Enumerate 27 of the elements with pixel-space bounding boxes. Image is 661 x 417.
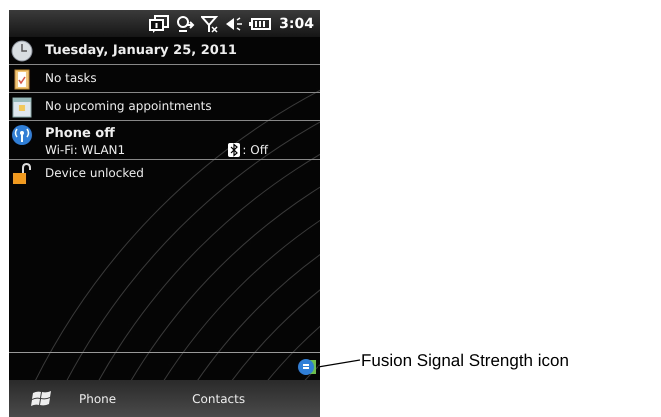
clock-time[interactable]: 3:04 xyxy=(279,16,314,32)
today-item[interactable]: No tasks xyxy=(9,65,320,93)
windows-logo-icon[interactable] xyxy=(31,388,53,408)
sync-person-icon[interactable] xyxy=(175,14,196,32)
bluetooth-icon xyxy=(228,143,240,157)
open-padlock-icon xyxy=(11,163,33,185)
softkey[interactable]: Contacts xyxy=(186,388,252,410)
phone-status: Phone off xyxy=(45,126,116,141)
today-item[interactable]: No upcoming appointments xyxy=(9,93,320,121)
callout-label: Fusion Signal Strength icon xyxy=(361,351,569,371)
signal-strength-icon[interactable] xyxy=(297,356,317,376)
item-text: Device unlocked xyxy=(45,166,145,180)
calendar-icon xyxy=(11,96,33,118)
today-item[interactable]: Device unlocked xyxy=(9,160,320,187)
bluetooth-status: : Off xyxy=(242,143,268,157)
no-signal-icon[interactable] xyxy=(201,14,220,32)
chat-bubble-icon[interactable] xyxy=(149,14,170,32)
item-text: No tasks xyxy=(45,71,98,85)
today-item[interactable]: Phone off Wi-Fi: WLAN1 : Off xyxy=(9,121,320,160)
wireless-tower-icon xyxy=(11,124,33,146)
date-text: Tuesday, January 25, 2011 xyxy=(45,43,238,58)
clock-icon xyxy=(11,40,33,62)
today-item[interactable]: Tuesday, January 25, 2011 xyxy=(9,37,320,65)
softkey[interactable]: Phone xyxy=(73,388,122,410)
wifi-status: Wi-Fi: WLAN1 xyxy=(45,143,126,157)
speaker-icon[interactable] xyxy=(225,14,244,32)
item-text: No upcoming appointments xyxy=(45,99,213,113)
